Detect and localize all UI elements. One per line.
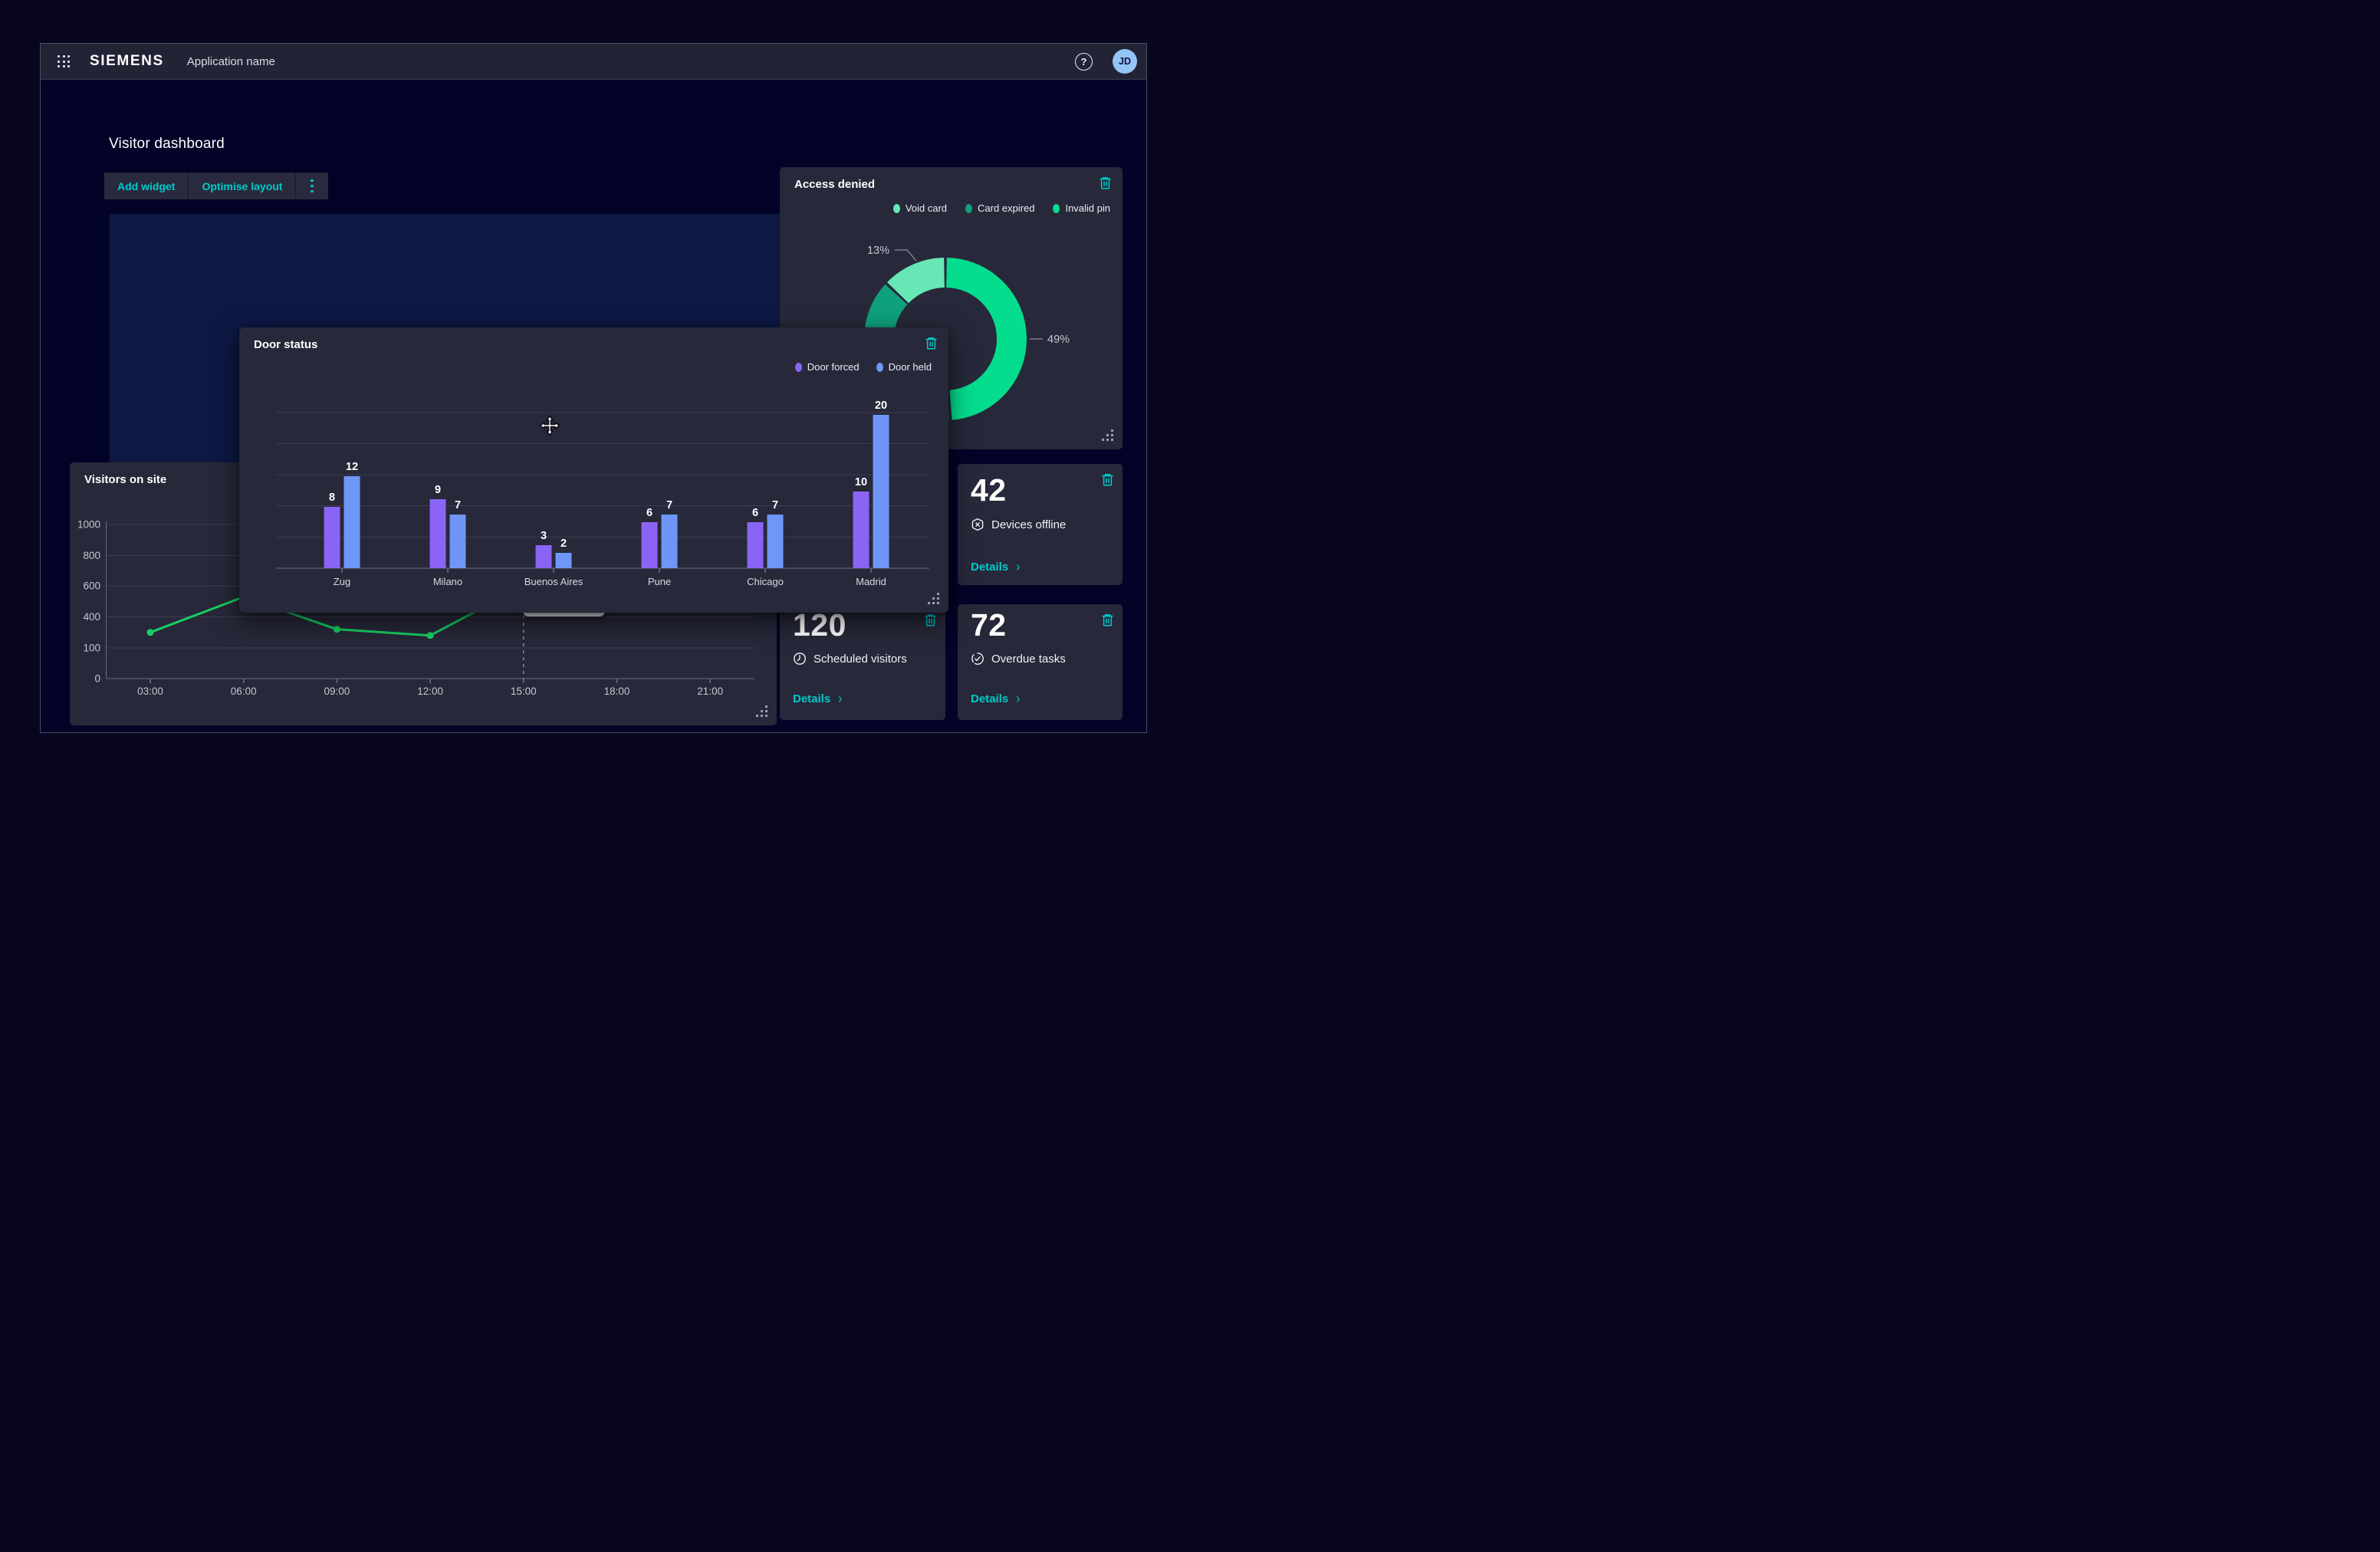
delete-widget-icon[interactable]	[924, 613, 937, 631]
app-header: SIEMENS Application name ? JD	[41, 44, 1146, 80]
bar-door-forced	[853, 492, 869, 568]
bar-value-label: 3	[541, 530, 547, 542]
callout-line	[895, 250, 916, 261]
bar-door-forced	[536, 545, 552, 568]
details-link[interactable]: Details›	[971, 561, 1020, 574]
y-tick-label: 400	[83, 611, 100, 623]
add-widget-button[interactable]: Add widget	[104, 173, 189, 199]
data-point	[334, 626, 340, 633]
donut-label-13: 13%	[867, 245, 889, 257]
resize-handle[interactable]	[756, 705, 769, 718]
dashboard-toolbar: Add widget Optimise layout	[104, 173, 328, 199]
chevron-right-icon: ›	[1016, 559, 1020, 575]
x-tick-label: Buenos Aires	[524, 576, 583, 587]
data-point	[427, 632, 434, 639]
x-tick-label: 15:00	[511, 686, 537, 697]
bar-value-label: 10	[855, 476, 867, 488]
details-link[interactable]: Details›	[971, 692, 1020, 705]
donut-slice	[898, 273, 945, 293]
y-tick-label: 0	[94, 673, 100, 685]
x-tick-label: Chicago	[747, 576, 784, 587]
bar-door-forced	[324, 507, 340, 568]
stat-label-row: Scheduled visitors	[793, 652, 907, 666]
clock-icon	[793, 652, 807, 666]
bar-door-held	[662, 515, 678, 568]
bar-door-held	[768, 515, 784, 568]
help-icon[interactable]: ?	[1075, 53, 1093, 71]
application-name: Application name	[187, 55, 275, 68]
x-tick-label: 06:00	[231, 686, 257, 697]
stat-label-row: Devices offline	[971, 518, 1066, 531]
resize-handle[interactable]	[928, 593, 941, 606]
siemens-logo: SIEMENS	[90, 53, 164, 70]
stat-label-row: Overdue tasks	[971, 652, 1066, 666]
y-tick-label: 1000	[77, 519, 100, 531]
chevron-right-icon: ›	[838, 691, 842, 707]
bar-value-label: 7	[666, 499, 672, 511]
y-tick-label: 100	[83, 643, 100, 654]
door-status-bar-chart: Zug 8 12 Milano 9 7 Buenos Aires 3 2 Pune 6 7 Chicag…	[239, 327, 948, 613]
stat-value: 120	[793, 607, 846, 643]
x-tick-label: Milano	[433, 576, 462, 587]
bar-value-label: 6	[752, 507, 758, 519]
page-title: Visitor dashboard	[109, 136, 225, 153]
details-link[interactable]: Details›	[793, 692, 842, 705]
x-tick-label: 21:00	[697, 686, 723, 697]
bar-door-forced	[430, 499, 446, 568]
bar-door-held	[344, 476, 360, 568]
x-tick-label: Madrid	[856, 576, 886, 587]
check-circle-icon	[971, 652, 985, 666]
x-tick-label: 12:00	[417, 686, 443, 697]
bar-value-label: 6	[646, 507, 653, 519]
bar-value-label: 20	[875, 400, 887, 412]
y-tick-label: 600	[83, 580, 100, 592]
y-tick-label: 800	[83, 550, 100, 561]
optimise-layout-button[interactable]: Optimise layout	[189, 173, 296, 199]
bar-door-forced	[642, 522, 658, 568]
stat-value: 72	[971, 607, 1007, 643]
more-options-button[interactable]	[296, 173, 328, 199]
x-tick-label: 18:00	[604, 686, 630, 697]
donut-slice	[947, 273, 1012, 406]
bar-value-label: 7	[455, 499, 461, 511]
bar-door-forced	[748, 522, 764, 568]
resize-handle[interactable]	[1102, 429, 1115, 442]
x-tick-label: Zug	[334, 576, 350, 587]
device-offline-icon	[971, 518, 985, 531]
bar-value-label: 9	[435, 484, 441, 496]
chevron-right-icon: ›	[1016, 691, 1020, 707]
delete-widget-icon[interactable]	[1101, 472, 1114, 491]
stat-card-scheduled-visitors: 120 Scheduled visitors Details›	[780, 604, 945, 720]
bar-door-held	[556, 553, 572, 568]
bar-door-held	[450, 515, 466, 568]
x-tick-label: Pune	[648, 576, 671, 587]
stat-card-devices-offline: 42 Devices offline Details›	[958, 464, 1123, 585]
bar-value-label: 7	[772, 499, 778, 511]
stat-value: 42	[971, 472, 1007, 508]
x-tick-label: 09:00	[324, 686, 350, 697]
avatar[interactable]: JD	[1113, 49, 1137, 74]
stat-card-overdue-tasks: 72 Overdue tasks Details›	[958, 604, 1123, 720]
donut-label-49: 49%	[1047, 334, 1070, 346]
bar-value-label: 2	[560, 538, 567, 550]
data-point	[147, 629, 154, 636]
door-status-widget[interactable]: Door status Door forced Door held Zug812…	[239, 327, 948, 613]
x-tick-label: 03:00	[137, 686, 163, 697]
app-launcher-icon[interactable]	[58, 55, 70, 67]
bar-value-label: 8	[329, 492, 335, 504]
bar-value-label: 12	[346, 461, 358, 473]
app-window: SIEMENS Application name ? JD Visitor da…	[40, 43, 1147, 733]
delete-widget-icon[interactable]	[1101, 613, 1114, 631]
bar-door-held	[873, 415, 889, 568]
